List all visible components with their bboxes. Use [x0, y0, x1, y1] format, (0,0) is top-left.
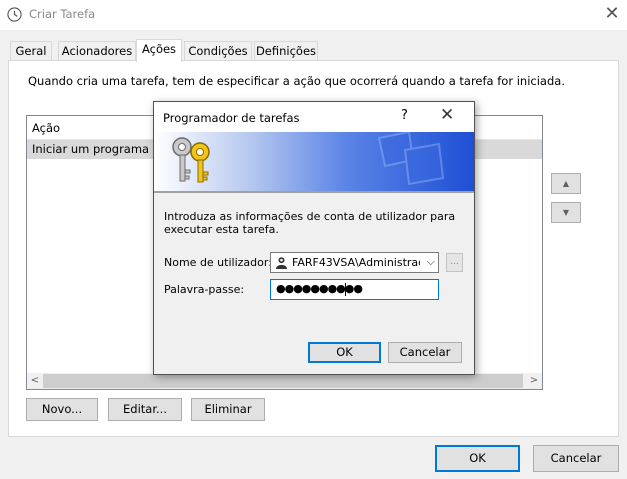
dialog-title-bar: Programador de tarefas ? ✕	[154, 102, 474, 132]
cancel-button[interactable]: Cancelar	[533, 445, 619, 472]
password-mask: ●●●●●●●●●●	[276, 282, 363, 295]
actions-description: Quando cria uma tarefa, tem de especific…	[28, 74, 565, 88]
text-caret	[345, 283, 346, 296]
window-title: Criar Tarefa	[29, 7, 96, 21]
dialog-banner	[154, 132, 474, 191]
column-header-label: Ação	[32, 121, 61, 135]
ok-button[interactable]: OK	[435, 445, 520, 472]
scrollbar-thumb[interactable]	[43, 374, 523, 388]
list-item-label: Iniciar um programa	[32, 142, 150, 156]
tab-geral[interactable]: Geral	[10, 41, 52, 61]
banner-divider	[154, 191, 474, 193]
tab-condicoes[interactable]: Condições	[184, 41, 252, 61]
banner-watermark-icon	[377, 132, 445, 186]
tab-acionadores[interactable]: Acionadores	[58, 41, 136, 61]
username-combobox[interactable]: FARF43VSA\Administrador ⌵	[270, 252, 439, 273]
scroll-right-icon[interactable]: >	[526, 373, 542, 389]
dialog-ok-button[interactable]: OK	[308, 342, 381, 363]
chevron-down-icon[interactable]: ⌵	[427, 255, 435, 269]
password-label: Palavra-passe:	[164, 283, 245, 296]
clock-icon	[7, 7, 22, 22]
browse-user-button[interactable]: ...	[446, 253, 463, 272]
keys-icon	[172, 137, 210, 183]
title-bar: Criar Tarefa ✕	[0, 0, 627, 30]
move-up-button[interactable]: ▲	[551, 173, 581, 194]
new-button[interactable]: Novo...	[26, 398, 98, 421]
dialog-instruction: Introduza as informações de conta de uti…	[164, 210, 456, 236]
tab-definicoes[interactable]: Definições	[254, 41, 318, 61]
edit-button[interactable]: Editar...	[108, 398, 182, 421]
credentials-dialog: Programador de tarefas ? ✕ Introduza as …	[153, 101, 475, 375]
window-close-button[interactable]: ✕	[597, 0, 627, 30]
password-field[interactable]: ●●●●●●●●●●	[270, 279, 439, 300]
dialog-cancel-button[interactable]: Cancelar	[388, 342, 462, 363]
tab-acoes[interactable]: Ações	[136, 39, 182, 62]
user-icon	[275, 257, 288, 269]
dialog-close-button[interactable]: ✕	[440, 105, 454, 125]
tab-strip: Geral Acionadores Ações Condições Defini…	[8, 39, 619, 62]
delete-button[interactable]: Eliminar	[191, 398, 265, 421]
username-label: Nome de utilizador:	[164, 256, 272, 269]
help-button[interactable]: ?	[401, 108, 408, 123]
move-down-button[interactable]: ▼	[551, 202, 581, 223]
horizontal-scrollbar[interactable]: < >	[27, 373, 542, 389]
dialog-title: Programador de tarefas	[163, 111, 300, 125]
username-value: FARF43VSA\Administrador	[292, 256, 420, 269]
scroll-left-icon[interactable]: <	[27, 373, 43, 389]
